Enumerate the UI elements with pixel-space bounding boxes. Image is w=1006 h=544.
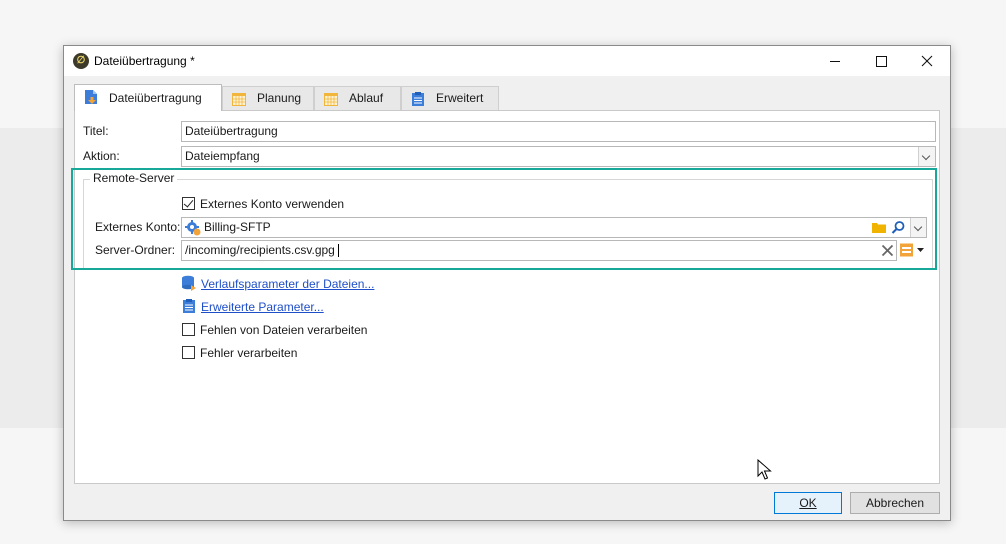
title-input[interactable]: Dateiübertragung	[181, 121, 936, 142]
advanced-parameters-link[interactable]: Erweiterte Parameter...	[201, 300, 324, 314]
history-parameters-link[interactable]: Verlaufsparameter der Dateien...	[201, 277, 374, 291]
tab-planung[interactable]: Planung	[222, 86, 314, 110]
clipboard-icon	[412, 92, 424, 106]
process-errors-checkbox[interactable]	[182, 346, 195, 359]
minimize-button[interactable]	[812, 46, 858, 76]
action-label: Aktion:	[83, 149, 120, 163]
tab-label: Planung	[257, 91, 302, 105]
clipboard-icon	[183, 299, 195, 313]
external-account-label: Externes Konto:	[95, 220, 181, 234]
external-account-field[interactable]: Billing-SFTP	[181, 217, 927, 238]
tab-panel: Titel: Dateiübertragung Aktion: Dateiemp…	[74, 110, 940, 484]
window-title: Dateiübertragung *	[94, 54, 195, 68]
close-icon	[921, 55, 933, 67]
cancel-button-label: Abbrechen	[865, 496, 925, 510]
cancel-button[interactable]: Abbrechen	[850, 492, 940, 514]
calendar-icon	[324, 93, 338, 106]
maximize-icon	[876, 56, 887, 67]
process-missing-files-checkbox[interactable]	[182, 323, 195, 336]
action-select[interactable]: Dateiempfang	[181, 146, 936, 167]
close-button[interactable]	[904, 46, 950, 76]
text-caret	[338, 244, 340, 258]
tab-label: Ablauf	[349, 91, 384, 105]
tab-erweitert[interactable]: Erweitert	[401, 86, 499, 110]
title-label: Titel:	[83, 124, 109, 138]
group-title: Remote-Server	[90, 171, 178, 185]
use-external-account-checkbox[interactable]	[182, 197, 195, 210]
file-transfer-icon	[85, 90, 97, 104]
database-history-icon	[182, 275, 196, 291]
server-folder-input[interactable]: /incoming/recipients.csv.gpg	[181, 240, 897, 261]
calendar-icon	[232, 93, 246, 106]
server-folder-label: Server-Ordner:	[95, 243, 176, 257]
folder-icon[interactable]	[872, 221, 886, 234]
chevron-down-icon[interactable]	[910, 218, 926, 237]
expression-menu-icon[interactable]	[900, 243, 926, 258]
tab-label: Dateiübertragung	[109, 91, 202, 105]
action-select-value: Dateiempfang	[185, 149, 260, 163]
app-icon: ∅	[73, 53, 89, 69]
minimize-icon	[830, 61, 840, 62]
use-external-account-label: Externes Konto verwenden	[200, 197, 345, 211]
clear-icon[interactable]	[881, 244, 894, 257]
chevron-down-icon[interactable]	[918, 147, 935, 166]
tab-ablauf[interactable]: Ablauf	[314, 86, 401, 110]
remote-server-group: Remote-Server Externes Konto verwenden E…	[83, 171, 933, 269]
mouse-cursor-icon	[757, 459, 772, 480]
process-missing-files-label: Fehlen von Dateien verarbeiten	[200, 323, 368, 337]
process-errors-label: Fehler verarbeiten	[200, 346, 298, 360]
tab-dateiuebertragung[interactable]: Dateiübertragung	[74, 84, 222, 111]
ok-button-label: OK	[799, 496, 817, 510]
maximize-button[interactable]	[858, 46, 904, 76]
server-folder-value: /incoming/recipients.csv.gpg	[185, 243, 335, 257]
dialog-window: ∅ Dateiübertragung * Dateiübertragung Pl…	[63, 45, 951, 521]
title-bar[interactable]: ∅ Dateiübertragung *	[64, 46, 950, 76]
search-icon[interactable]	[891, 220, 906, 235]
ok-button[interactable]: OK	[774, 492, 842, 514]
external-account-value: Billing-SFTP	[204, 220, 271, 234]
gear-account-icon	[185, 220, 201, 236]
tab-label: Erweitert	[436, 91, 484, 105]
